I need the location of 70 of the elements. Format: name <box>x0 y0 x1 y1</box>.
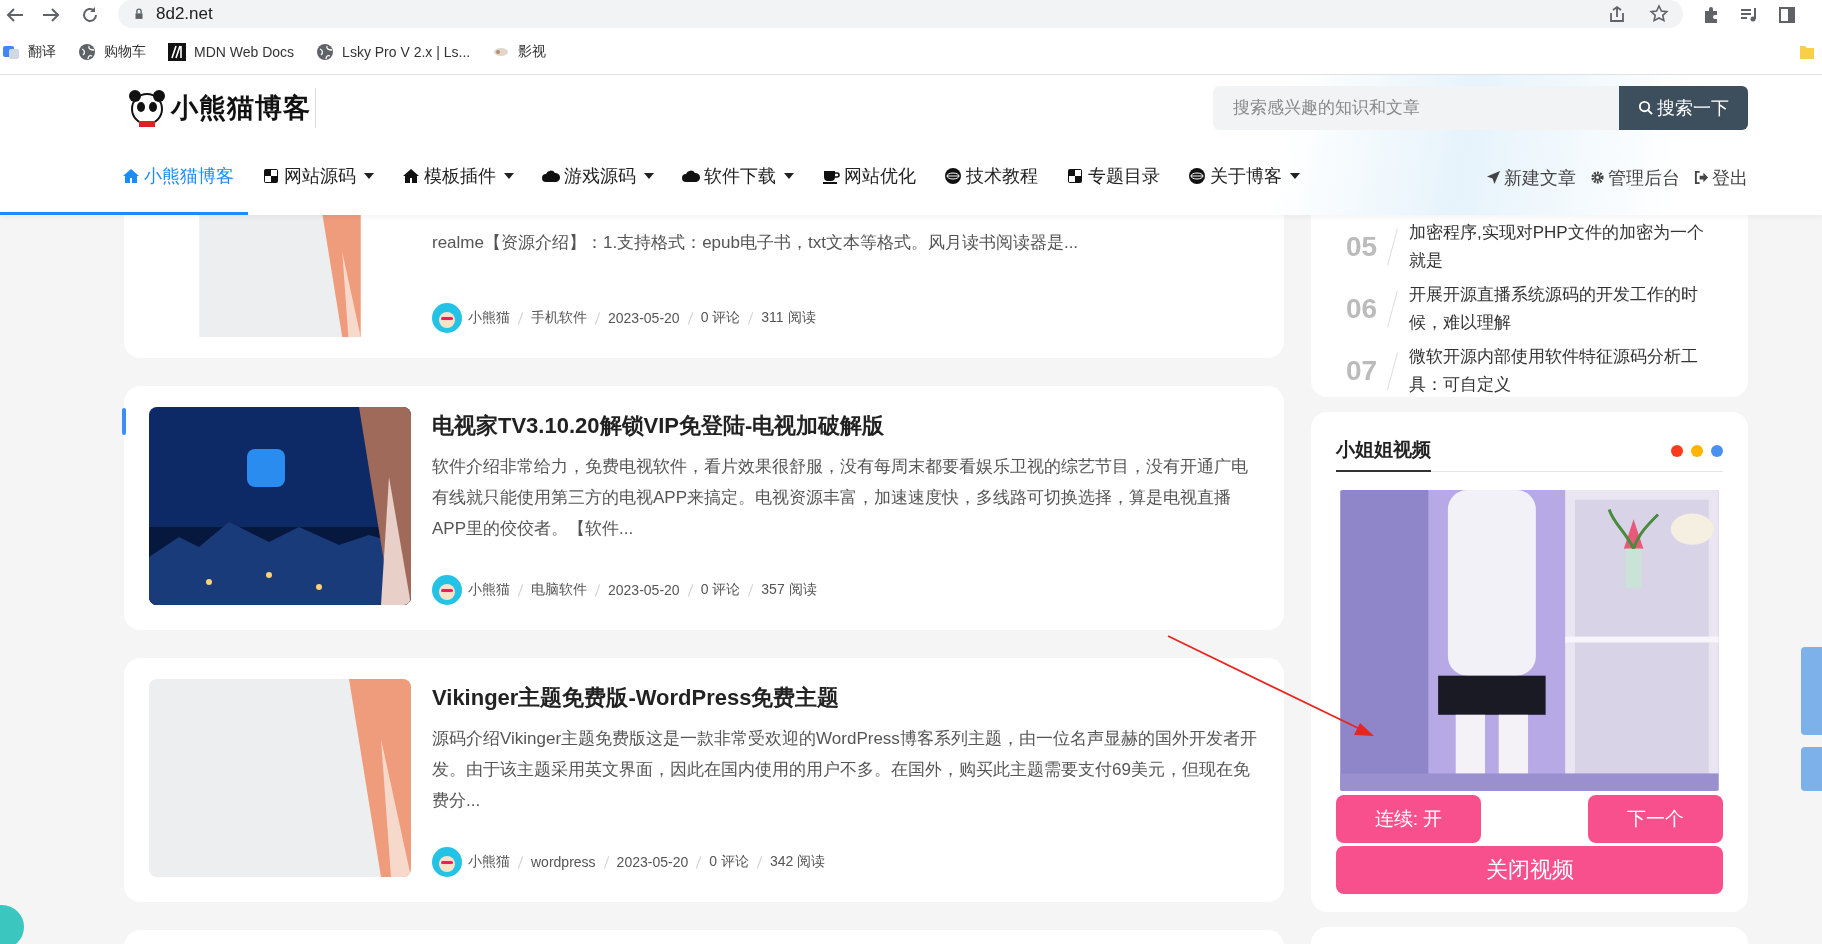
article-title[interactable]: 电视家TV3.10.20解锁VIP免登陆-电视加破解版 <box>432 411 1259 441</box>
avatar-icon <box>432 847 462 877</box>
comment-count: 0 评论 <box>700 581 741 599</box>
header-link[interactable]: 管理后台 <box>1590 165 1680 190</box>
nav-tab[interactable]: 模板插件 <box>388 140 528 215</box>
nav-tab[interactable]: 软件下载 <box>668 140 808 215</box>
avatar-icon <box>432 575 462 605</box>
globe-icon <box>944 167 962 185</box>
globe-icon <box>316 43 335 61</box>
bookmark[interactable]: 影视 <box>492 43 547 61</box>
article-title[interactable]: Vikinger主题免费版-WordPress免费主题 <box>432 683 1259 713</box>
reload-icon[interactable] <box>80 5 100 25</box>
bookmark[interactable]: MDN Web Docs <box>168 43 295 61</box>
nav-tab[interactable]: 技术教程 <box>930 140 1052 215</box>
category-link[interactable]: 电脑软件 <box>531 581 587 599</box>
url-text: 8d2.net <box>156 4 213 24</box>
address-bar[interactable]: 8d2.net <box>118 0 1683 28</box>
author-name[interactable]: 小熊猫 <box>468 581 510 599</box>
side-panel-icon[interactable] <box>1777 5 1797 25</box>
nav-tab[interactable]: 网站优化 <box>808 140 930 215</box>
rank-number: 06 <box>1346 293 1379 325</box>
rank-number: 07 <box>1346 355 1379 387</box>
article-excerpt: 源码介绍Vikinger主题免费版这是一款非常受欢迎的WordPress博客系列主题，由一位名声显赫的国外开发者开发。由于该主题采用英文界面，因此在国内使用的用户不多。在国外，购买此主题需要支付69美元，但现在免费分... <box>432 728 1258 812</box>
search-icon <box>1638 100 1653 115</box>
checker-icon <box>1066 167 1084 185</box>
article-excerpt: realme【资源介绍】：1.支持格式：epub电子书，txt文本等格式。风月读书阅读器是... <box>432 232 1080 254</box>
logout-icon <box>1694 170 1709 185</box>
view-count: 357 阅读 <box>761 581 817 599</box>
post-date: 2023-05-20 <box>616 854 689 870</box>
nav-tab[interactable]: 专题目录 <box>1052 140 1174 215</box>
site-logo-text[interactable]: 小熊猫博客 <box>171 89 311 126</box>
nav-tab[interactable]: 关于博客 <box>1174 140 1314 215</box>
bookmark[interactable]: 购物车 <box>78 43 146 61</box>
search-field[interactable]: 搜索感兴趣的知识和文章 <box>1213 85 1619 130</box>
ranking-link[interactable]: 加密程序,实现对PHP文件的加密为一个就是 <box>1409 219 1709 275</box>
category-link[interactable]: wordpress <box>531 854 596 870</box>
share-icon[interactable] <box>1607 4 1627 24</box>
avatar-icon <box>432 303 462 333</box>
search-button[interactable]: 搜索一下 <box>1619 85 1748 130</box>
comment-count: 0 评论 <box>709 853 749 871</box>
bookmark[interactable]: Lsky Pro V 2.x | Ls... <box>316 43 471 61</box>
widget-title: 小姐姐视频 <box>1336 430 1431 472</box>
settings-icon <box>1590 170 1605 185</box>
rank-number: 05 <box>1346 231 1379 263</box>
translate-icon <box>2 43 20 61</box>
ranking-link[interactable]: 开展开源直播系统源码的开发工作的时候，难以理解 <box>1409 281 1709 337</box>
bookmark-star-icon[interactable] <box>1649 4 1669 24</box>
mdn-logo-icon <box>168 43 186 61</box>
header-link[interactable]: 登出 <box>1694 165 1748 190</box>
globe-icon <box>1188 167 1206 185</box>
category-link[interactable]: 手机软件 <box>531 309 587 327</box>
house-icon <box>122 167 140 185</box>
bookmark[interactable]: 翻译 <box>2 43 56 61</box>
author-name[interactable]: 小熊猫 <box>468 853 510 871</box>
panda-logo-icon <box>127 87 167 128</box>
article-excerpt: 软件介绍非常给力，免费电视软件，看片效果很舒服，没有每周末都要看娱乐卫视的综艺节目，没有开通广电有线就只能使用第三方的电视APP来搞定。电视资源丰富，加速速度快，多线路可切换选择，算是电视直播APP里的佼佼者。【软件... <box>432 456 1249 540</box>
comment-count: 0 评论 <box>700 309 741 327</box>
header-link[interactable]: 新建文章 <box>1486 165 1576 190</box>
checker-icon <box>262 167 280 185</box>
nav-tab[interactable]: 游戏源码 <box>528 140 668 215</box>
view-count: 311 阅读 <box>761 309 816 327</box>
post-date: 2023-05-20 <box>608 310 680 326</box>
nav-tab[interactable]: 网站源码 <box>248 140 388 215</box>
author-name[interactable]: 小熊猫 <box>468 309 510 327</box>
ranking-link[interactable]: 微软开源内部使用软件特征源码分析工具：可自定义 <box>1409 343 1709 399</box>
globe-icon <box>78 43 96 61</box>
post-date: 2023-05-20 <box>608 582 680 598</box>
view-count: 342 阅读 <box>769 853 826 871</box>
house-icon <box>402 167 420 185</box>
paper-plane-icon <box>1486 170 1501 185</box>
